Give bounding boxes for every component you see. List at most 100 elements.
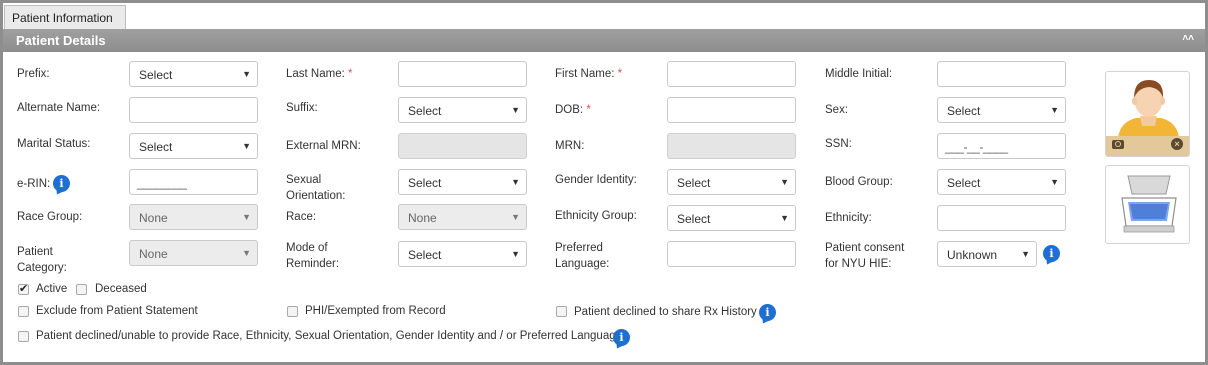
ethnicity-group-select[interactable]: Select ▼ (667, 205, 796, 231)
sex-label: Sex: (825, 104, 849, 116)
alternate-name-input[interactable] (129, 97, 258, 123)
section-header: Patient Details ˄˄ (3, 29, 1205, 52)
mrn-input (667, 133, 796, 159)
info-icon[interactable]: i (759, 304, 776, 321)
patient-category-label-line2: Category: (17, 262, 67, 274)
patient-photo-box[interactable]: × (1105, 71, 1190, 157)
preferred-language-label-line2: Language: (555, 258, 610, 270)
blood-group-value: Select (947, 176, 981, 190)
chevron-down-icon: ▼ (511, 105, 520, 115)
middle-initial-label: Middle Initial: (825, 68, 893, 80)
gender-identity-label: Gender Identity: (555, 174, 637, 186)
chevron-down-icon: ▼ (780, 177, 789, 187)
mode-of-reminder-value: Select (408, 248, 442, 262)
dob-label: DOB: * (555, 102, 591, 118)
consent-label-line2: for NYU HIE: (825, 258, 892, 270)
sexual-orientation-label: Sexual Orientation: (286, 172, 345, 204)
ethnicity-group-value: Select (677, 212, 711, 226)
sexual-orientation-select[interactable]: Select ▼ (398, 169, 527, 195)
patient-category-label-line1: Patient (17, 246, 53, 258)
erin-input[interactable]: ________ (129, 169, 258, 195)
patient-information-panel: Patient Information Patient Details ˄˄ P… (3, 3, 1205, 362)
consent-label-line1: Patient consent (825, 242, 905, 254)
alternate-name-label: Alternate Name: (17, 102, 101, 114)
ssn-input[interactable]: ___-__-____ (937, 133, 1066, 159)
chevron-down-icon: ▼ (1021, 249, 1030, 259)
race-group-select: None ▼ (129, 204, 258, 230)
dob-input[interactable] (667, 97, 796, 123)
mode-of-reminder-select[interactable]: Select ▼ (398, 241, 527, 267)
suffix-select[interactable]: Select ▼ (398, 97, 527, 123)
deceased-label: Deceased (95, 283, 147, 295)
chevron-down-icon: ▼ (780, 213, 789, 223)
preferred-language-label: Preferred Language: (555, 240, 609, 272)
exclude-statement-label: Exclude from Patient Statement (36, 305, 198, 317)
declined-race-label: Patient declined/unable to provide Race,… (36, 330, 626, 342)
sex-select[interactable]: Select ▼ (937, 97, 1066, 123)
required-mark: * (586, 104, 591, 116)
consent-value: Unknown (947, 248, 998, 262)
mrn-label: MRN: (555, 140, 585, 152)
prefix-value: Select (139, 68, 173, 82)
ssn-label: SSN: (825, 138, 852, 150)
mode-of-reminder-label-line2: Reminder: (286, 258, 340, 270)
chevron-down-icon: ▼ (242, 141, 251, 151)
first-name-input[interactable] (667, 61, 796, 87)
race-select: None ▼ (398, 204, 527, 230)
declined-rx-label: Patient declined to share Rx History (574, 306, 757, 318)
active-label: Active (36, 283, 68, 295)
declined-race-checkbox[interactable] (18, 331, 29, 342)
camera-icon[interactable] (1112, 140, 1124, 149)
phi-exempted-label: PHI/Exempted from Record (305, 305, 446, 317)
prefix-select[interactable]: Select ▼ (129, 61, 258, 87)
sex-value: Select (947, 104, 981, 118)
declined-rx-checkbox[interactable] (556, 306, 567, 317)
chevron-down-icon: ▼ (1050, 177, 1059, 187)
ethnicity-input[interactable] (937, 205, 1066, 231)
first-name-label: First Name: * (555, 66, 622, 82)
sexual-orientation-label-line1: Sexual (286, 174, 322, 186)
ssn-mask: ___-__-____ (945, 140, 1008, 154)
race-label: Race: (286, 211, 317, 223)
collapse-icon[interactable]: ˄˄ (1182, 33, 1194, 44)
remove-photo-icon[interactable]: × (1171, 138, 1183, 150)
first-name-label-text: First Name: (555, 68, 615, 80)
marital-status-value: Select (139, 140, 173, 154)
gender-identity-value: Select (677, 176, 711, 190)
chevron-down-icon: ▼ (511, 177, 520, 187)
race-group-label: Race Group: (17, 211, 83, 223)
phi-exempted-checkbox[interactable] (287, 306, 298, 317)
last-name-input[interactable] (398, 61, 527, 87)
marital-status-label: Marital Status: (17, 138, 91, 150)
consent-select[interactable]: Unknown ▼ (937, 241, 1037, 267)
ethnicity-group-label: Ethnicity Group: (555, 210, 637, 222)
chevron-down-icon: ▼ (1050, 105, 1059, 115)
external-mrn-label: External MRN: (286, 140, 361, 152)
blood-group-select[interactable]: Select ▼ (937, 169, 1066, 195)
deceased-checkbox[interactable] (76, 284, 87, 295)
patient-category-label: Patient Category: (17, 244, 67, 276)
info-icon[interactable]: i (53, 175, 70, 192)
chevron-down-icon: ▼ (242, 248, 251, 258)
race-value: None (408, 211, 437, 225)
patient-category-select: None ▼ (129, 240, 258, 266)
tab-bar: Patient Information (3, 3, 1205, 30)
exclude-statement-checkbox[interactable] (18, 306, 29, 317)
marital-status-select[interactable]: Select ▼ (129, 133, 258, 159)
suffix-label: Suffix: (286, 102, 318, 114)
info-icon[interactable]: i (613, 329, 630, 346)
chevron-down-icon: ▼ (242, 212, 251, 222)
active-checkbox[interactable] (18, 282, 29, 295)
scanner-box[interactable] (1105, 165, 1190, 244)
middle-initial-input[interactable] (937, 61, 1066, 87)
tab-patient-information[interactable]: Patient Information (4, 5, 126, 30)
required-mark: * (348, 68, 353, 80)
consent-label: Patient consent for NYU HIE: (825, 240, 904, 272)
info-icon[interactable]: i (1043, 245, 1060, 262)
gender-identity-select[interactable]: Select ▼ (667, 169, 796, 195)
external-mrn-input (398, 133, 527, 159)
last-name-label-text: Last Name: (286, 68, 345, 80)
erin-label: e-RIN: (17, 178, 51, 190)
race-group-value: None (139, 211, 168, 225)
preferred-language-input[interactable] (667, 241, 796, 267)
